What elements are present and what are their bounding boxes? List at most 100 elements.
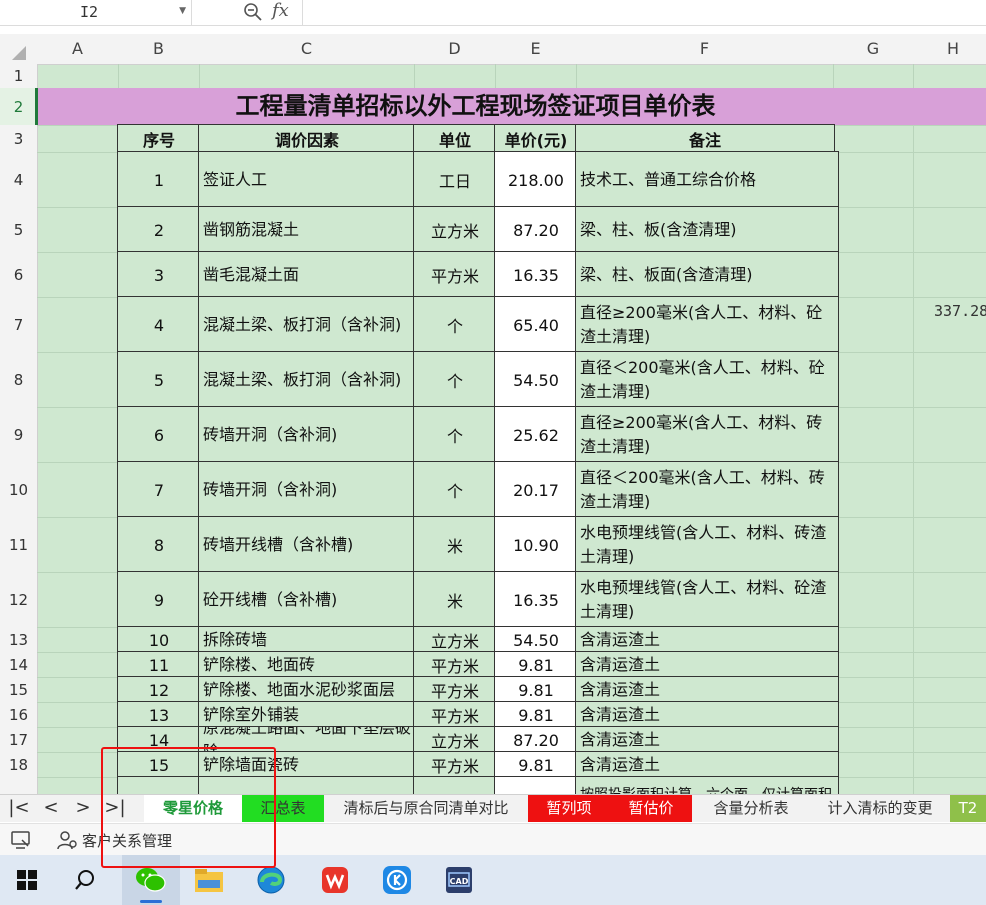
table-cell-factor[interactable]: 砼开线槽（含补槽) — [198, 571, 420, 629]
grid-cell[interactable] — [913, 125, 986, 153]
column-header[interactable]: D — [414, 34, 496, 65]
grid-cell[interactable] — [37, 652, 119, 678]
table-cell-seq[interactable]: 7 — [117, 461, 201, 519]
table-cell-price[interactable]: 87.20 — [494, 206, 578, 254]
table-cell-remark[interactable]: 水电预埋线管(含人工、材料、砼渣土清理) — [575, 571, 839, 629]
grid-cell[interactable] — [913, 652, 986, 678]
row-header[interactable]: 8 — [0, 352, 38, 408]
grid-cell[interactable] — [833, 64, 914, 89]
row-header[interactable]: 1 — [0, 64, 38, 89]
table-cell-factor[interactable]: 混凝土梁、板打洞（含补洞) — [198, 351, 420, 409]
grid-cell[interactable] — [199, 64, 415, 89]
grid-cell[interactable] — [37, 297, 119, 353]
sheet-tab[interactable]: 暂估价 — [610, 795, 692, 822]
file-explorer-icon[interactable] — [184, 855, 234, 905]
grid-cell[interactable] — [37, 677, 119, 703]
table-cell-factor[interactable]: 铲除楼、地面砖 — [198, 651, 420, 679]
last-sheet-icon[interactable]: >| — [100, 795, 130, 823]
prev-sheet-icon[interactable]: < — [36, 795, 66, 823]
grid-cell[interactable] — [37, 252, 119, 298]
row-header[interactable]: 6 — [0, 252, 38, 298]
table-cell-factor[interactable]: 铲除墙面瓷砖 — [198, 751, 420, 779]
table-cell-remark[interactable]: 含清运渣土 — [575, 676, 839, 704]
grid-cell[interactable] — [37, 702, 119, 728]
table-cell-seq[interactable]: 11 — [117, 651, 201, 679]
grid-cell[interactable] — [833, 462, 914, 518]
grid-cell[interactable] — [913, 677, 986, 703]
grid-cell[interactable] — [37, 125, 119, 153]
table-cell-price[interactable]: 10.90 — [494, 516, 578, 574]
row-header[interactable]: 7 — [0, 297, 38, 353]
sheet-tab[interactable]: 清标后与原合同清单对比 — [324, 795, 528, 822]
table-cell-price[interactable]: 54.50 — [494, 351, 578, 409]
grid-cell[interactable] — [913, 517, 986, 573]
sheet-tab[interactable]: 计入清标的变更 — [810, 795, 950, 822]
kugou-music-icon[interactable] — [372, 855, 422, 905]
grid-cell[interactable] — [37, 572, 119, 628]
table-cell-remark[interactable]: 含清运渣土 — [575, 726, 839, 754]
grid-cell[interactable] — [37, 727, 119, 753]
grid-cell[interactable] — [833, 252, 914, 298]
grid-cell[interactable] — [833, 652, 914, 678]
table-cell-factor[interactable]: 铲除室外铺装 — [198, 701, 420, 729]
row-header[interactable]: 18 — [0, 752, 38, 778]
table-cell-unit[interactable]: 个 — [413, 351, 497, 409]
table-cell-seq[interactable]: 10 — [117, 626, 201, 654]
column-header[interactable]: A — [37, 34, 119, 65]
wechat-icon[interactable] — [122, 855, 180, 905]
table-cell-factor[interactable]: 铲除楼、地面水泥砂浆面层 — [198, 676, 420, 704]
table-cell-factor[interactable]: 砖墙开线槽（含补槽) — [198, 516, 420, 574]
row-header[interactable]: 15 — [0, 677, 38, 703]
sheet-tab[interactable]: T2 — [950, 795, 986, 822]
table-cell-seq[interactable]: 1 — [117, 151, 201, 209]
grid-cell[interactable] — [833, 727, 914, 753]
crm-label[interactable]: 客户关系管理 — [82, 830, 172, 851]
row-header[interactable]: 19 — [0, 777, 38, 794]
grid-cell[interactable] — [414, 64, 496, 89]
table-cell-unit[interactable]: 个 — [413, 461, 497, 519]
table-cell-price[interactable]: 25.62 — [494, 406, 578, 464]
grid-cell[interactable] — [913, 702, 986, 728]
grid-cell[interactable] — [833, 677, 914, 703]
table-cell-price[interactable]: 9.81 — [494, 751, 578, 779]
grid-cell[interactable] — [37, 777, 119, 794]
select-all-corner[interactable] — [0, 34, 38, 65]
table-cell-unit[interactable]: 平方米 — [413, 751, 497, 779]
grid-cell[interactable] — [833, 572, 914, 628]
table-cell-remark[interactable]: 直径≥200毫米(含人工、材料、砖渣土清理) — [575, 406, 839, 464]
table-cell-price[interactable]: 54.50 — [494, 626, 578, 654]
table-cell-unit[interactable]: 平方米 — [413, 251, 497, 299]
row-header[interactable]: 14 — [0, 652, 38, 678]
grid-cell[interactable] — [833, 207, 914, 253]
table-cell-seq[interactable]: 16 — [117, 776, 201, 794]
grid-cell[interactable] — [913, 407, 986, 463]
next-sheet-icon[interactable]: > — [68, 795, 98, 823]
edge-browser-icon[interactable] — [246, 855, 296, 905]
table-cell-remark[interactable]: 直径＜200毫米(含人工、材料、砼渣土清理) — [575, 351, 839, 409]
table-cell-price[interactable]: 218.00 — [494, 151, 578, 209]
row-header[interactable]: 16 — [0, 702, 38, 728]
grid-cell[interactable] — [833, 152, 914, 208]
table-cell-unit[interactable]: 米 — [413, 571, 497, 629]
table-cell-price[interactable]: 10.90 — [494, 776, 578, 794]
grid-cell[interactable] — [833, 627, 914, 653]
table-cell-unit[interactable]: 立方米 — [413, 626, 497, 654]
grid-cell[interactable] — [913, 572, 986, 628]
grid-cell[interactable] — [913, 152, 986, 208]
table-cell-remark[interactable]: 含清运渣土 — [575, 651, 839, 679]
grid-cell[interactable] — [833, 125, 914, 153]
table-cell-price[interactable]: 16.35 — [494, 251, 578, 299]
table-cell-price[interactable]: 87.20 — [494, 726, 578, 754]
row-header[interactable]: 3 — [0, 125, 38, 153]
table-cell-seq[interactable]: 12 — [117, 676, 201, 704]
row-header[interactable]: 4 — [0, 152, 38, 208]
grid-cell[interactable] — [37, 462, 119, 518]
row-header[interactable]: 10 — [0, 462, 38, 518]
row-header[interactable]: 9 — [0, 407, 38, 463]
table-cell-seq[interactable]: 9 — [117, 571, 201, 629]
grid-cell[interactable] — [913, 777, 986, 794]
table-cell-price[interactable]: 9.81 — [494, 651, 578, 679]
grid-cell[interactable] — [118, 64, 200, 89]
spreadsheet-grid[interactable]: A B C D E F G H 1 2 3 4 5 6 7 8 9 10 11 12 13 14 15 16 1… — [0, 34, 986, 794]
sheet-tab[interactable]: 含量分析表 — [692, 795, 810, 822]
